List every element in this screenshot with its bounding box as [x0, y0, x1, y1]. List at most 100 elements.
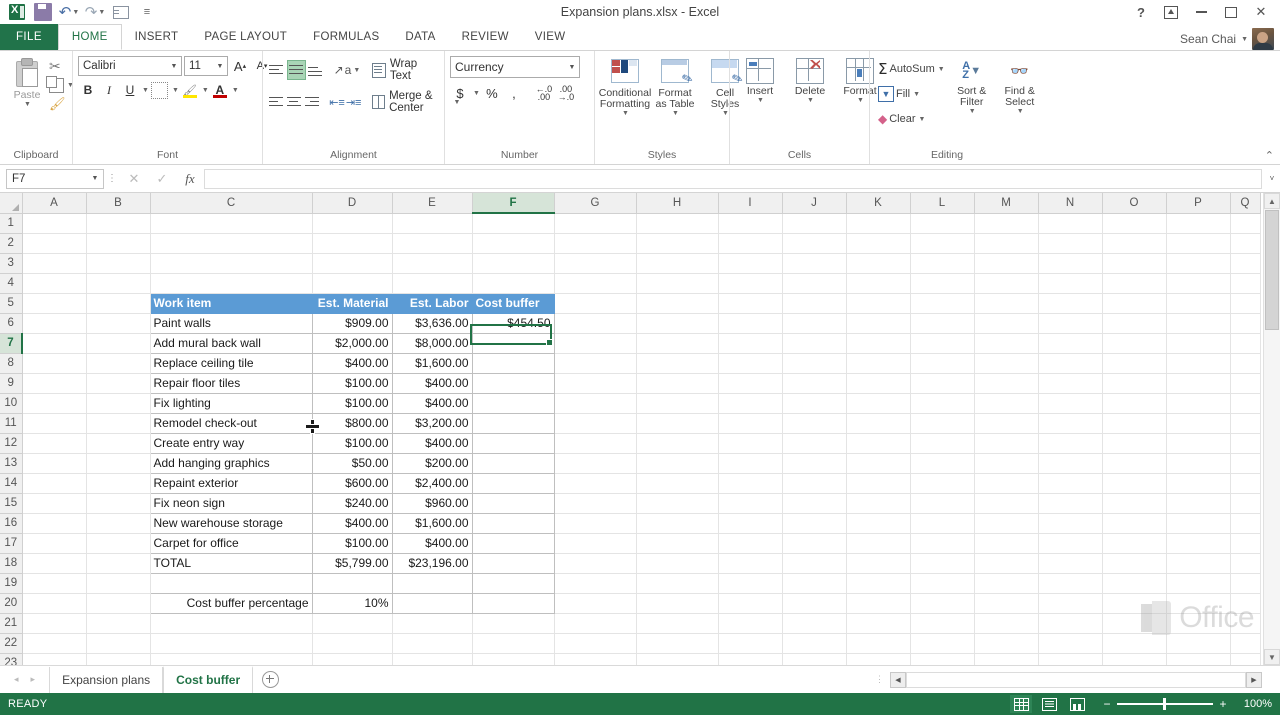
cell-G4[interactable]	[554, 273, 637, 294]
scroll-down-icon[interactable]: ▼	[1264, 649, 1280, 665]
cell-A11[interactable]	[22, 413, 87, 434]
cell-N20[interactable]	[1038, 593, 1103, 614]
cell-P19[interactable]	[1166, 573, 1231, 594]
cell-I23[interactable]	[718, 653, 783, 665]
cell-P21[interactable]	[1166, 613, 1231, 634]
cell-O4[interactable]	[1102, 273, 1167, 294]
cell-O20[interactable]	[1102, 593, 1167, 614]
cell-G12[interactable]	[554, 433, 637, 454]
cell-P3[interactable]	[1166, 253, 1231, 274]
cell-B17[interactable]	[86, 533, 151, 554]
cell-L22[interactable]	[910, 633, 975, 654]
cell-I4[interactable]	[718, 273, 783, 294]
cell-M13[interactable]	[974, 453, 1039, 474]
cell-I9[interactable]	[718, 373, 783, 394]
cell-Q9[interactable]	[1230, 373, 1261, 394]
cell-N23[interactable]	[1038, 653, 1103, 665]
cell-B9[interactable]	[86, 373, 151, 394]
cell-D11[interactable]: $800.00	[311, 413, 393, 434]
cell-A18[interactable]	[22, 553, 87, 574]
cell-C10[interactable]: Fix lighting	[149, 393, 313, 414]
scroll-left-icon[interactable]: ◀	[890, 671, 906, 688]
column-header-M[interactable]: M	[974, 193, 1039, 214]
cell-K1[interactable]	[846, 213, 911, 234]
underline-caret-icon[interactable]: ▼	[142, 87, 149, 94]
cell-D2[interactable]	[312, 233, 393, 254]
cell-Q22[interactable]	[1230, 633, 1261, 654]
cell-G15[interactable]	[554, 493, 637, 514]
cell-Q7[interactable]	[1230, 333, 1261, 354]
scrollbar-grip[interactable]: ⋮	[875, 675, 884, 684]
cell-G16[interactable]	[554, 513, 637, 534]
row-header-8[interactable]: 8	[0, 353, 23, 374]
cell-N5[interactable]	[1038, 293, 1103, 314]
cell-O3[interactable]	[1102, 253, 1167, 274]
cell-K6[interactable]	[846, 313, 911, 334]
row-header-7[interactable]: 7	[0, 333, 23, 354]
cell-L13[interactable]	[910, 453, 975, 474]
cell-M19[interactable]	[974, 573, 1039, 594]
cell-E10[interactable]: $400.00	[391, 393, 473, 414]
cell-K23[interactable]	[846, 653, 911, 665]
clear-button[interactable]: ◆ Clear ▼	[875, 108, 948, 130]
cell-G1[interactable]	[554, 213, 637, 234]
cell-H18[interactable]	[636, 553, 719, 574]
find-select-button[interactable]: 👓 Find & Select ▼	[996, 56, 1044, 117]
cell-F14[interactable]	[471, 473, 555, 494]
cell-M21[interactable]	[974, 613, 1039, 634]
paste-caret-icon[interactable]: ▼	[24, 101, 31, 108]
cell-C13[interactable]: Add hanging graphics	[149, 453, 313, 474]
cell-A8[interactable]	[22, 353, 87, 374]
account-area[interactable]: Sean Chai ▼	[1180, 28, 1280, 50]
cell-O6[interactable]	[1102, 313, 1167, 334]
cell-G5[interactable]	[554, 293, 637, 314]
cell-P13[interactable]	[1166, 453, 1231, 474]
cell-O10[interactable]	[1102, 393, 1167, 414]
cell-L1[interactable]	[910, 213, 975, 234]
align-left-icon[interactable]	[268, 92, 285, 112]
column-header-E[interactable]: E	[392, 193, 473, 214]
cell-J13[interactable]	[782, 453, 847, 474]
cell-H14[interactable]	[636, 473, 719, 494]
cell-F23[interactable]	[472, 653, 555, 665]
cell-Q21[interactable]	[1230, 613, 1261, 634]
cell-B5[interactable]	[86, 293, 151, 314]
cell-O19[interactable]	[1102, 573, 1167, 594]
orientation-icon[interactable]: ↗ a	[334, 60, 352, 80]
cell-C2[interactable]	[150, 233, 313, 254]
save-icon[interactable]	[30, 1, 56, 23]
cell-K17[interactable]	[846, 533, 911, 554]
cell-A10[interactable]	[22, 393, 87, 414]
cell-H13[interactable]	[636, 453, 719, 474]
cell-E3[interactable]	[392, 253, 473, 274]
orientation-caret-icon[interactable]: ▼	[353, 67, 360, 74]
cell-O14[interactable]	[1102, 473, 1167, 494]
cell-K3[interactable]	[846, 253, 911, 274]
cell-D8[interactable]: $400.00	[311, 353, 393, 374]
cell-K20[interactable]	[846, 593, 911, 614]
cell-J15[interactable]	[782, 493, 847, 514]
cell-K2[interactable]	[846, 233, 911, 254]
tab-data[interactable]: DATA	[392, 24, 448, 50]
cell-B11[interactable]	[86, 413, 151, 434]
zoom-slider-track[interactable]	[1117, 698, 1213, 711]
cell-O8[interactable]	[1102, 353, 1167, 374]
cell-N15[interactable]	[1038, 493, 1103, 514]
row-header-20[interactable]: 20	[0, 593, 23, 614]
cell-M5[interactable]	[974, 293, 1039, 314]
column-header-L[interactable]: L	[910, 193, 975, 214]
cell-M6[interactable]	[974, 313, 1039, 334]
cell-N6[interactable]	[1038, 313, 1103, 334]
tab-page-layout[interactable]: PAGE LAYOUT	[191, 24, 300, 50]
cell-G21[interactable]	[554, 613, 637, 634]
cell-P17[interactable]	[1166, 533, 1231, 554]
cell-H16[interactable]	[636, 513, 719, 534]
cell-I16[interactable]	[718, 513, 783, 534]
cell-E4[interactable]	[392, 273, 473, 294]
delete-cells-button[interactable]: Delete ▼	[785, 56, 835, 106]
cell-P6[interactable]	[1166, 313, 1231, 334]
cell-N1[interactable]	[1038, 213, 1103, 234]
cell-H3[interactable]	[636, 253, 719, 274]
cell-A4[interactable]	[22, 273, 87, 294]
format-painter-icon[interactable]: 🖌	[49, 96, 74, 112]
